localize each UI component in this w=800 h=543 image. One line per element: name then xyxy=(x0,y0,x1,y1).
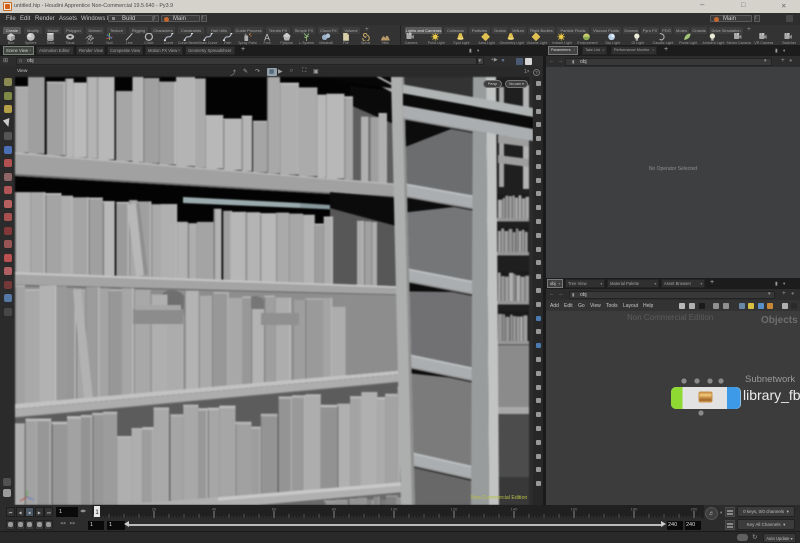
svg-text:20: 20 xyxy=(152,507,157,512)
svg-text:200: 200 xyxy=(691,507,698,512)
svg-text:160: 160 xyxy=(571,507,578,512)
svg-text:A: A xyxy=(264,33,270,41)
svg-text:60: 60 xyxy=(272,507,277,512)
svg-text:100: 100 xyxy=(391,507,398,512)
svg-text:120: 120 xyxy=(451,507,458,512)
svg-text:140: 140 xyxy=(511,507,518,512)
svg-text:40: 40 xyxy=(212,507,217,512)
svg-text:180: 180 xyxy=(631,507,638,512)
svg-text:80: 80 xyxy=(332,507,337,512)
